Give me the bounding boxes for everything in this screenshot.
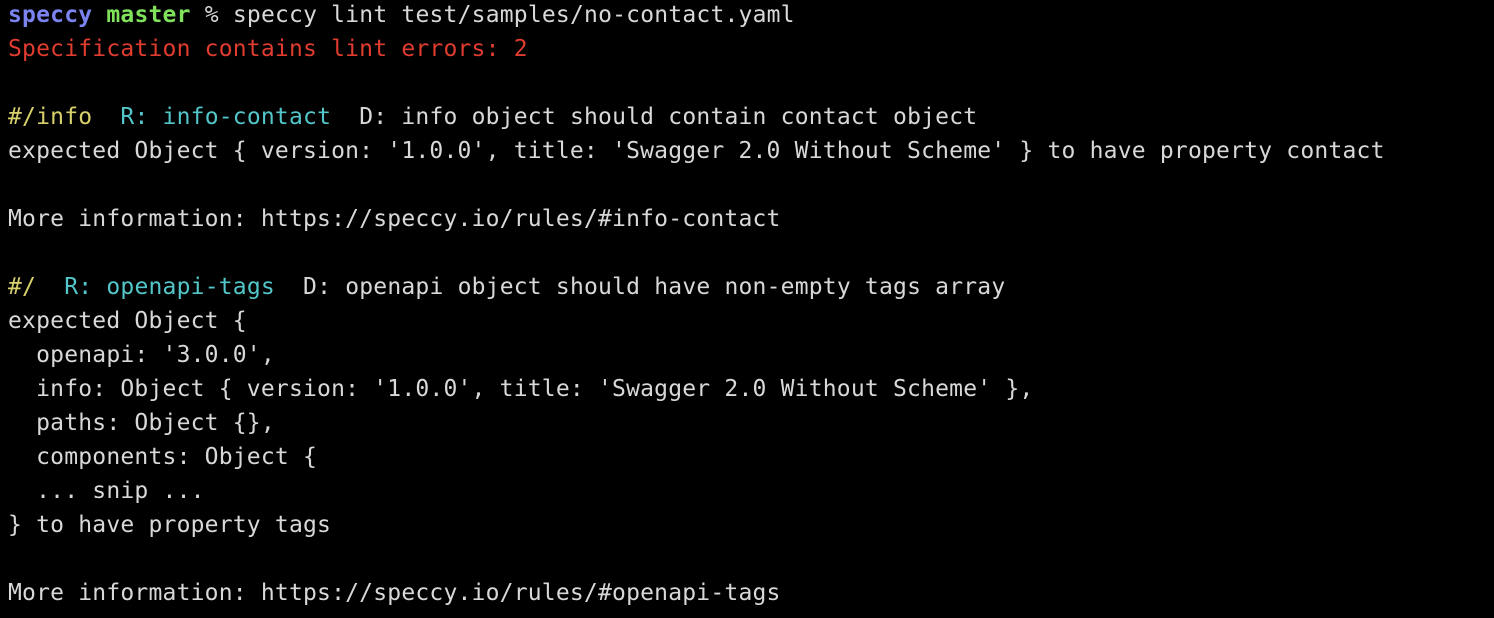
terminal-window[interactable]: speccy master % speccy lint test/samples… [0,0,1494,618]
error-rule: R: openapi-tags [64,274,275,300]
error-header-1: #/info R: info-contact D: info object sh… [8,100,1494,134]
error-detail-line: ... snip ... [8,478,205,504]
lint-summary: Specification contains lint errors: 2 [8,36,528,62]
prompt-user: speccy [8,2,93,28]
command-line: speccy master % speccy lint test/samples… [8,0,1494,32]
error-path: #/ [8,274,37,300]
error-detail-line: components: Object { [8,444,318,470]
command-text: speccy lint test/samples/no-contact.yaml [232,2,795,28]
error-detail-line: paths: Object {}, [8,410,275,436]
error-detail-line: expected Object { version: '1.0.0', titl… [8,138,1385,164]
prompt-symbol: % [204,2,219,28]
error-detail-line: expected Object { [8,308,247,334]
more-information-link[interactable]: More information: https://speccy.io/rule… [8,576,1494,610]
error-detail-line: info: Object { version: '1.0.0', title: … [8,376,1034,402]
error-description: D: info object should contain contact ob… [359,104,978,130]
error-path: #/info [8,104,93,130]
error-header-2: #/ R: openapi-tags D: openapi object sho… [8,270,1494,304]
prompt-branch: master [106,2,191,28]
error-detail-line: openapi: '3.0.0', [8,342,275,368]
error-description: D: openapi object should have non-empty … [303,274,1006,300]
error-detail-line: } to have property tags [8,512,332,538]
more-information-link[interactable]: More information: https://speccy.io/rule… [8,202,1494,236]
error-rule: R: info-contact [120,104,332,130]
